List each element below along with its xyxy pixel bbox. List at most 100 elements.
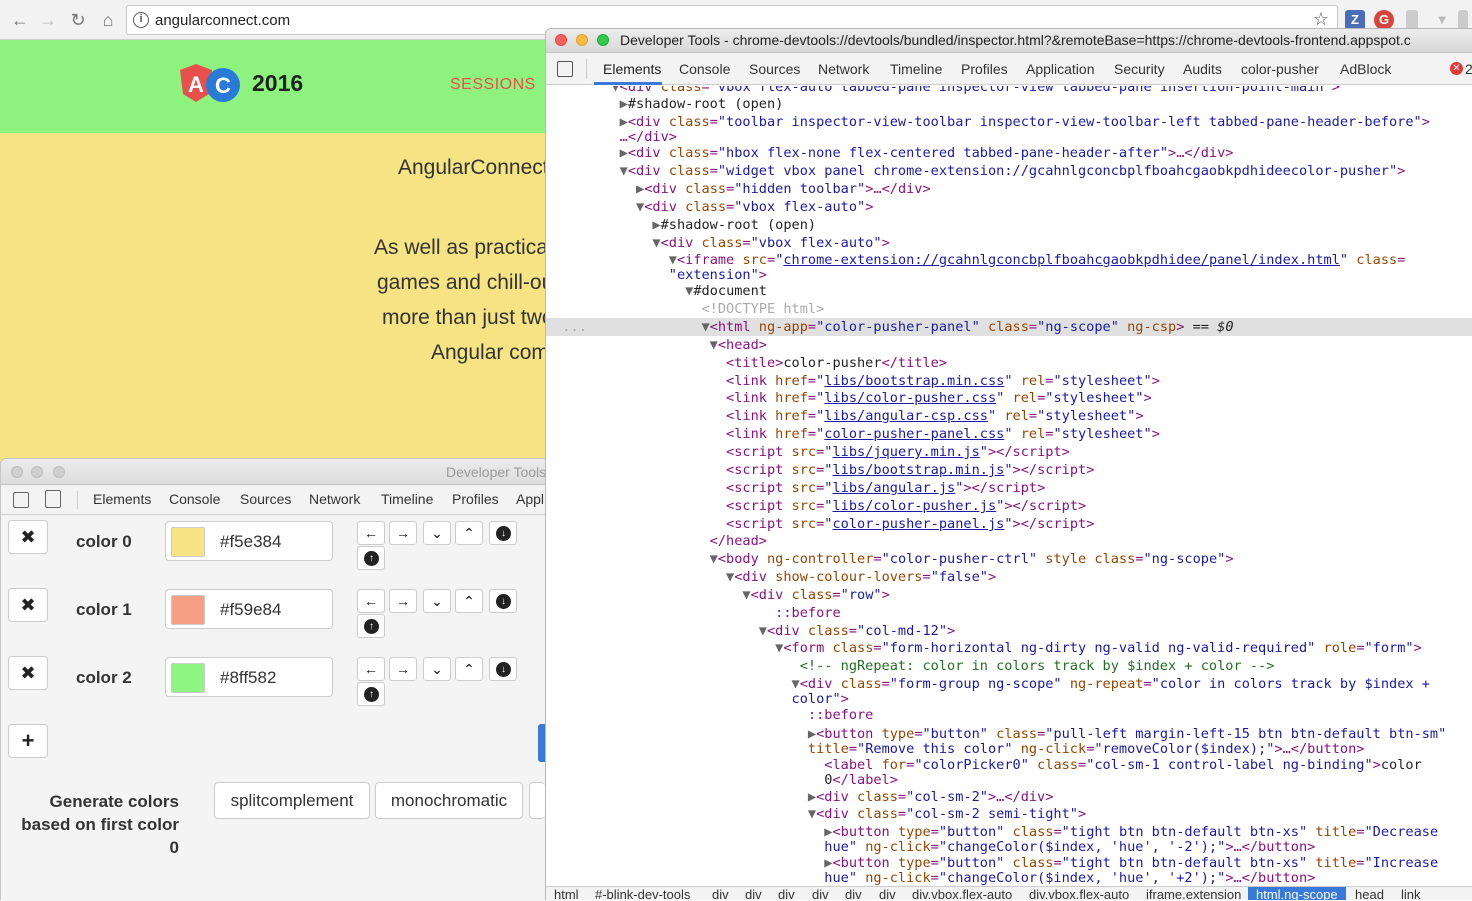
g-extension-icon[interactable]: G (1374, 10, 1394, 30)
breadcrumb-item[interactable]: div (745, 887, 762, 900)
reload-icon[interactable]: ↻ (66, 8, 90, 32)
darken-button[interactable]: ↓ (489, 589, 517, 613)
dom-node[interactable]: ▼<div class="row"> (546, 586, 1472, 604)
tab-profiles[interactable]: Profiles (452, 491, 499, 507)
dom-node[interactable]: <link href="libs/bootstrap.min.css" rel=… (546, 372, 1472, 390)
dom-node[interactable]: ▼<div class="vbox flex-auto"> (546, 234, 1472, 252)
dom-node[interactable]: 0</label> (546, 771, 1472, 789)
error-icon[interactable]: ✕ (1450, 62, 1463, 75)
increase-saturation-button[interactable]: ⌃ (455, 657, 483, 681)
breadcrumb-item[interactable]: div (812, 887, 829, 900)
decrease-hue-button[interactable]: ← (357, 521, 385, 545)
dom-node[interactable]: <script src="color-pusher-panel.js"></sc… (546, 515, 1472, 533)
dom-node[interactable]: ▼<div class="vbox flex-auto"> (546, 198, 1472, 216)
tab-console[interactable]: Console (169, 491, 220, 507)
extension-icon[interactable] (1406, 10, 1418, 30)
tab-application[interactable]: Application (1026, 61, 1095, 77)
partial-blue-button[interactable] (538, 724, 545, 762)
lighten-button[interactable]: ↑ (357, 682, 385, 706)
breadcrumb-item[interactable]: div.vbox.flex-auto (912, 887, 1012, 900)
dom-node[interactable]: ▼<form class="form-horizontal ng-dirty n… (546, 639, 1472, 657)
monochromatic-button[interactable]: monochromatic (375, 782, 523, 819)
tab-console[interactable]: Console (679, 61, 730, 77)
close-window-button[interactable] (555, 34, 567, 46)
dom-node[interactable]: ▼<div class="col-md-12"> (546, 622, 1472, 640)
lighten-button[interactable]: ↑ (357, 614, 385, 638)
tab-sources[interactable]: Sources (240, 491, 291, 507)
dom-node-selected[interactable]: ... ▼<html ng-app="color-pusher-panel" c… (546, 318, 1472, 336)
increase-hue-button[interactable]: → (389, 521, 417, 545)
device-mode-icon[interactable] (45, 490, 61, 508)
tab-profiles[interactable]: Profiles (961, 61, 1008, 77)
breadcrumb-item[interactable]: div (879, 887, 896, 900)
dom-node[interactable]: ▶<div class="hbox flex-none flex-centere… (546, 144, 1472, 162)
forward-icon[interactable]: → (36, 8, 60, 32)
dom-node[interactable]: ▶#shadow-root (open) (546, 95, 1472, 113)
tab-adblock[interactable]: AdBlock (1340, 61, 1391, 77)
lighten-button[interactable]: ↑ (357, 546, 385, 570)
dom-node[interactable]: hue" ng-click="changeColor($index, 'hue'… (546, 869, 1472, 886)
dom-node[interactable]: <link href="color-pusher-panel.css" rel=… (546, 425, 1472, 443)
maximize-window-button[interactable] (597, 34, 609, 46)
dom-node[interactable]: ▼<div class="widget vbox panel chrome-ex… (546, 162, 1472, 180)
back-icon[interactable]: ← (8, 8, 32, 32)
tab-timeline[interactable]: Timeline (381, 491, 433, 507)
inspect-element-icon[interactable] (557, 61, 573, 77)
decrease-hue-button[interactable]: ← (357, 657, 385, 681)
color-input[interactable]: #f5e384 (165, 521, 333, 561)
decrease-saturation-button[interactable]: ⌄ (423, 521, 451, 545)
breadcrumb-item-selected[interactable]: html.ng-scope (1248, 887, 1346, 900)
dom-node[interactable]: ▼<div class="col-sm-2 semi-tight"> (546, 805, 1472, 823)
dom-node[interactable]: <title>color-pusher</title> (546, 354, 1472, 372)
decrease-saturation-button[interactable]: ⌄ (423, 589, 451, 613)
tab-network[interactable]: Network (309, 491, 360, 507)
tab-timeline[interactable]: Timeline (890, 61, 942, 77)
info-icon[interactable]: i (133, 12, 149, 28)
dom-node[interactable]: ▼<head> (546, 336, 1472, 354)
nav-sessions-link[interactable]: SESSIONS (450, 76, 536, 94)
minimize-window-button[interactable] (576, 34, 588, 46)
tab-color-pusher[interactable]: color-pusher (1241, 61, 1319, 77)
breadcrumb-item[interactable]: html (554, 887, 579, 900)
minimize-window-button[interactable] (31, 466, 43, 478)
increase-hue-button[interactable]: → (389, 589, 417, 613)
increase-saturation-button[interactable]: ⌃ (455, 521, 483, 545)
add-color-button[interactable]: + (8, 724, 48, 758)
tab-audits[interactable]: Audits (1183, 61, 1222, 77)
remove-color-button[interactable]: ✖ (8, 588, 48, 622)
increase-saturation-button[interactable]: ⌃ (455, 589, 483, 613)
breadcrumb-item[interactable]: #-blink-dev-tools (595, 887, 690, 900)
breadcrumb-item[interactable]: div (845, 887, 862, 900)
tab-elements[interactable]: Elements (603, 61, 661, 77)
z-extension-icon[interactable]: Z (1345, 10, 1365, 30)
inspect-element-icon[interactable] (13, 492, 29, 508)
darken-button[interactable]: ↓ (489, 657, 517, 681)
color-swatch[interactable] (171, 527, 205, 557)
dom-node[interactable]: ▼#document (546, 282, 1472, 300)
tab-network[interactable]: Network (818, 61, 869, 77)
dom-node[interactable]: ::before (546, 604, 1472, 622)
dom-node[interactable]: ▶<div class="col-sm-2">…</div> (546, 788, 1472, 806)
maximize-window-button[interactable] (53, 466, 65, 478)
dom-node[interactable]: <script src="libs/color-pusher.js"></scr… (546, 497, 1472, 515)
breadcrumb-item[interactable]: iframe.extension (1146, 887, 1241, 900)
tab-sources[interactable]: Sources (749, 61, 800, 77)
increase-hue-button[interactable]: → (389, 657, 417, 681)
dom-node[interactable]: ▼<body ng-controller="color-pusher-ctrl"… (546, 550, 1472, 568)
dom-node[interactable]: <link href="libs/angular-csp.css" rel="s… (546, 407, 1472, 425)
dom-node[interactable]: <!-- ngRepeat: color in colors track by … (546, 657, 1472, 675)
dom-node[interactable]: ▶#shadow-root (open) (546, 216, 1472, 234)
dom-node[interactable]: <link href="libs/color-pusher.css" rel="… (546, 389, 1472, 407)
breadcrumb-item[interactable]: link (1401, 887, 1421, 900)
tab-security[interactable]: Security (1114, 61, 1165, 77)
remove-color-button[interactable]: ✖ (8, 656, 48, 690)
color-input[interactable]: #8ff582 (165, 657, 333, 697)
dom-node[interactable]: <script src="libs/jquery.min.js"></scrip… (546, 443, 1472, 461)
dom-node[interactable]: <script src="libs/angular.js"></script> (546, 479, 1472, 497)
tab-elements[interactable]: Elements (93, 491, 151, 507)
close-window-button[interactable] (11, 466, 23, 478)
dom-node[interactable]: <script src="libs/bootstrap.min.js"></sc… (546, 461, 1472, 479)
remove-color-button[interactable]: ✖ (8, 520, 48, 554)
tab-application[interactable]: Appl (516, 491, 544, 507)
partial-generate-button[interactable] (529, 782, 545, 819)
